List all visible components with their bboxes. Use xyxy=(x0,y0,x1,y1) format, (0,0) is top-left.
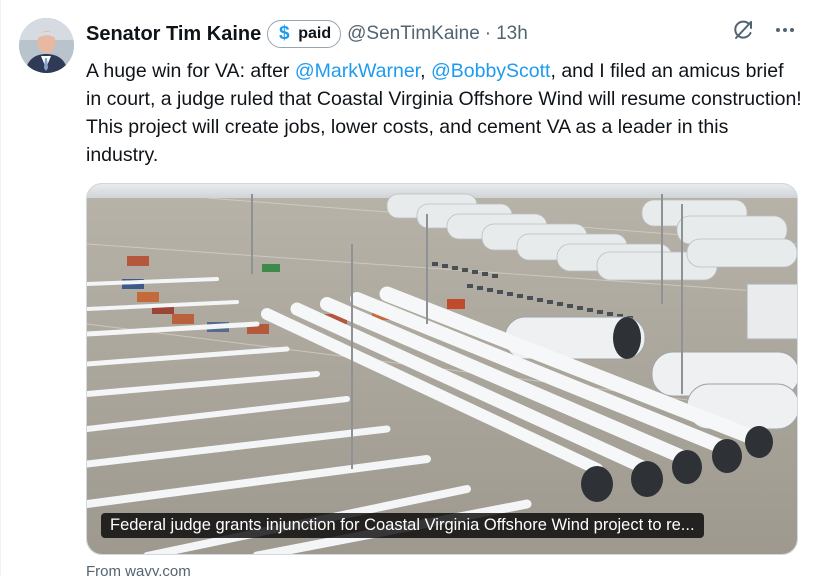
card-source[interactable]: From wavy.com xyxy=(86,563,191,576)
paid-badge-label: paid xyxy=(298,25,332,42)
link-card[interactable]: Federal judge grants injunction for Coas… xyxy=(86,183,798,555)
tweet-text: A huge win for VA: after @MarkWarner, @B… xyxy=(86,57,802,169)
mention-bobbyscott[interactable]: @BobbyScott xyxy=(431,60,551,82)
tweet-text-part: , xyxy=(420,60,431,82)
tweet-text-part: A huge win for VA: after xyxy=(86,60,295,82)
tweet-actions xyxy=(729,16,799,44)
timestamp[interactable]: 13h xyxy=(496,23,528,45)
author-handle[interactable]: @SenTimKaine xyxy=(347,23,480,45)
more-icon[interactable] xyxy=(771,16,799,44)
grok-icon[interactable] xyxy=(729,16,757,44)
avatar[interactable] xyxy=(19,18,74,73)
dollar-sign-icon: $ xyxy=(278,23,290,44)
paid-badge[interactable]: $ paid xyxy=(267,20,342,48)
author-name[interactable]: Senator Tim Kaine xyxy=(86,23,261,46)
card-image xyxy=(87,184,797,554)
tweet[interactable]: Senator Tim Kaine $ paid @SenTimKaine · … xyxy=(0,0,829,576)
tweet-header: Senator Tim Kaine $ paid @SenTimKaine · … xyxy=(86,18,528,50)
mention-markwarner[interactable]: @MarkWarner xyxy=(295,60,420,82)
card-caption[interactable]: Federal judge grants injunction for Coas… xyxy=(101,513,704,538)
separator: · xyxy=(484,23,492,44)
